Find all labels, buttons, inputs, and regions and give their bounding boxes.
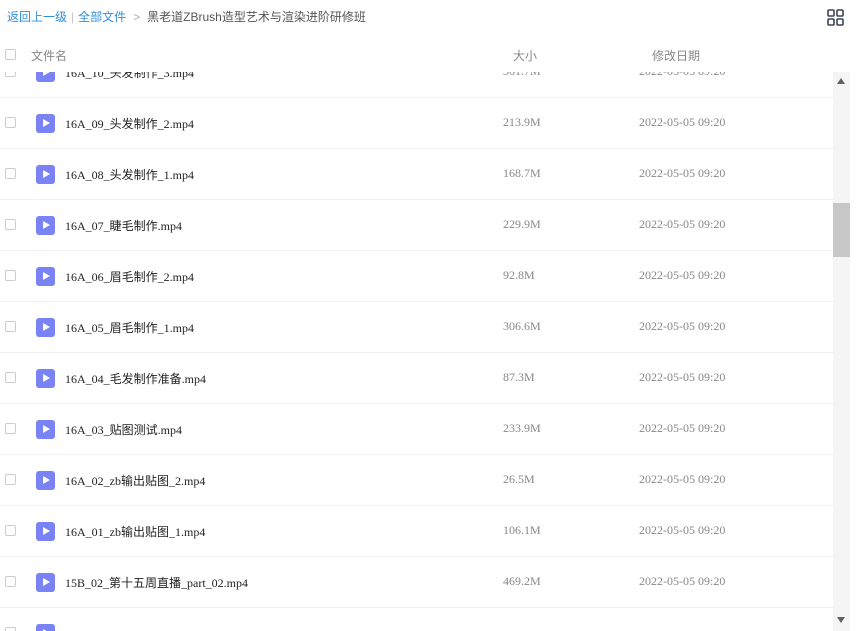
- file-date: 2022-05-05 09:20: [639, 370, 726, 384]
- row-checkbox[interactable]: [5, 270, 16, 281]
- file-size: 26.5M: [503, 472, 535, 486]
- file-name[interactable]: 16A_07_睫毛制作.mp4: [65, 217, 182, 234]
- file-size: 361.7M: [503, 72, 541, 79]
- file-name[interactable]: 16A_03_贴图测试.mp4: [65, 421, 182, 438]
- scroll-up-arrow-icon[interactable]: [837, 78, 845, 84]
- file-name[interactable]: 16A_04_毛发制作准备.mp4: [65, 370, 206, 387]
- file-date: 2022-05-05 09:20: [639, 115, 726, 129]
- select-all-checkbox[interactable]: [5, 49, 16, 60]
- video-file-icon: [36, 165, 55, 184]
- video-file-icon: [36, 216, 55, 235]
- table-header: 文件名 大小 修改日期: [0, 38, 863, 72]
- file-rows: 16A_10_头发制作_3.mp4361.7M2022-05-05 09:201…: [0, 72, 833, 631]
- row-checkbox[interactable]: [5, 372, 16, 383]
- table-row[interactable]: 16A_03_贴图测试.mp4 233.9M 2022-05-05 09:20: [0, 404, 833, 455]
- video-file-icon: [36, 420, 55, 439]
- table-row[interactable]: [0, 608, 833, 631]
- scroll-down-arrow-icon[interactable]: [837, 617, 845, 623]
- current-folder: 黑老道ZBrush造型艺术与渲染进阶研修班: [147, 10, 366, 24]
- table-row[interactable]: 16A_10_头发制作_3.mp4 361.7M 2022-05-05 09:20: [0, 72, 833, 98]
- file-date: 2022-05-05 09:20: [639, 472, 726, 486]
- file-date: 2022-05-05 09:20: [639, 574, 726, 588]
- header-filename[interactable]: 文件名: [31, 47, 67, 64]
- video-file-icon: [36, 624, 55, 631]
- row-checkbox[interactable]: [5, 321, 16, 332]
- table-row[interactable]: 16A_08_头发制作_1.mp4 168.7M 2022-05-05 09:20: [0, 149, 833, 200]
- top-bar: 返回上一级 | 全部文件 > 黑老道ZBrush造型艺术与渲染进阶研修班: [0, 0, 863, 34]
- file-date: 2022-05-05 09:20: [639, 421, 726, 435]
- file-name[interactable]: 16A_06_眉毛制作_2.mp4: [65, 268, 194, 285]
- table-row[interactable]: 16A_06_眉毛制作_2.mp4 92.8M 2022-05-05 09:20: [0, 251, 833, 302]
- table-row[interactable]: 15B_02_第十五周直播_part_02.mp4 469.2M 2022-05-0…: [0, 557, 833, 608]
- file-size: 168.7M: [503, 166, 541, 180]
- file-name[interactable]: 16A_10_头发制作_3.mp4: [65, 72, 194, 81]
- file-size: 92.8M: [503, 268, 535, 282]
- file-date: 2022-05-05 09:20: [639, 268, 726, 282]
- scrollbar[interactable]: [833, 72, 850, 631]
- grid-view-icon[interactable]: [827, 9, 844, 26]
- video-file-icon: [36, 114, 55, 133]
- file-name[interactable]: 16A_05_眉毛制作_1.mp4: [65, 319, 194, 336]
- row-checkbox[interactable]: [5, 474, 16, 485]
- file-date: 2022-05-05 09:20: [639, 523, 726, 537]
- table-row[interactable]: 16A_01_zb输出贴图_1.mp4 106.1M 2022-05-05 09:2…: [0, 506, 833, 557]
- table-row[interactable]: 16A_02_zb输出贴图_2.mp4 26.5M 2022-05-05 09:20: [0, 455, 833, 506]
- video-file-icon: [36, 318, 55, 337]
- file-name[interactable]: 16A_01_zb输出贴图_1.mp4: [65, 523, 205, 540]
- file-name[interactable]: 16A_08_头发制作_1.mp4: [65, 166, 194, 183]
- back-link[interactable]: 返回上一级: [7, 10, 67, 24]
- scrollbar-thumb[interactable]: [833, 203, 850, 257]
- file-date: 2022-05-05 09:20: [639, 166, 726, 180]
- file-size: 229.9M: [503, 217, 541, 231]
- table-row[interactable]: 16A_05_眉毛制作_1.mp4 306.6M 2022-05-05 09:20: [0, 302, 833, 353]
- row-checkbox[interactable]: [5, 525, 16, 536]
- row-checkbox[interactable]: [5, 423, 16, 434]
- file-size: 306.6M: [503, 319, 541, 333]
- file-size: 469.2M: [503, 574, 541, 588]
- video-file-icon: [36, 72, 55, 82]
- video-file-icon: [36, 522, 55, 541]
- file-date: 2022-05-05 09:20: [639, 72, 725, 79]
- row-checkbox[interactable]: [5, 576, 16, 587]
- file-date: 2022-05-05 09:20: [639, 319, 726, 333]
- file-list: 16A_10_头发制作_3.mp4361.7M2022-05-05 09:201…: [0, 72, 833, 631]
- header-modified[interactable]: 修改日期: [652, 47, 700, 64]
- file-size: 233.9M: [503, 421, 541, 435]
- file-name[interactable]: 16A_02_zb输出贴图_2.mp4: [65, 472, 205, 489]
- table-row[interactable]: 16A_04_毛发制作准备.mp4 87.3M 2022-05-05 09:20: [0, 353, 833, 404]
- row-checkbox[interactable]: [5, 627, 16, 631]
- file-size: 213.9M: [503, 115, 541, 129]
- video-file-icon: [36, 471, 55, 490]
- breadcrumb-separator: |: [71, 10, 75, 24]
- file-size: 106.1M: [503, 523, 541, 537]
- table-row[interactable]: 16A_07_睫毛制作.mp4 229.9M 2022-05-05 09:20: [0, 200, 833, 251]
- breadcrumb-arrow: >: [133, 10, 141, 24]
- video-file-icon: [36, 267, 55, 286]
- video-file-icon: [36, 369, 55, 388]
- video-file-icon: [36, 573, 55, 592]
- file-name[interactable]: 16A_09_头发制作_2.mp4: [65, 115, 194, 132]
- row-checkbox[interactable]: [5, 219, 16, 230]
- row-checkbox[interactable]: [5, 168, 16, 179]
- row-checkbox[interactable]: [5, 117, 16, 128]
- file-date: 2022-05-05 09:20: [639, 217, 726, 231]
- row-checkbox[interactable]: [5, 72, 16, 77]
- file-name[interactable]: 15B_02_第十五周直播_part_02.mp4: [65, 574, 248, 591]
- header-size[interactable]: 大小: [513, 47, 537, 64]
- all-files-link[interactable]: 全部文件: [78, 10, 126, 24]
- breadcrumb: 返回上一级 | 全部文件 > 黑老道ZBrush造型艺术与渲染进阶研修班: [7, 9, 366, 25]
- table-row[interactable]: 16A_09_头发制作_2.mp4 213.9M 2022-05-05 09:20: [0, 98, 833, 149]
- file-size: 87.3M: [503, 370, 535, 384]
